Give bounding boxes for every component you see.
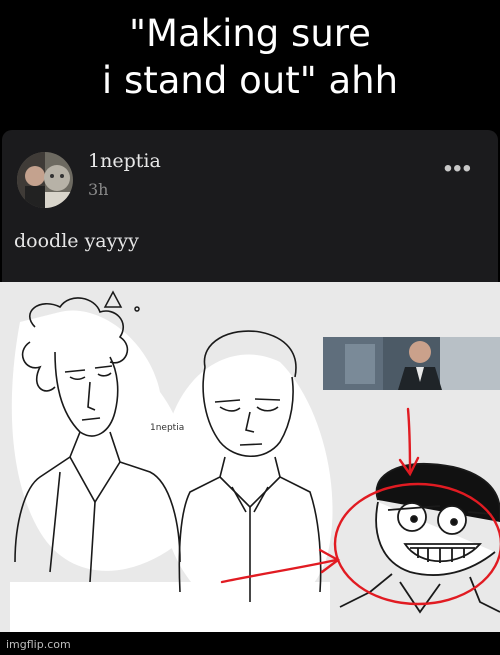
username[interactable]: 1neptia <box>88 150 161 172</box>
doodle-image: 1neptia <box>0 282 500 632</box>
avatar[interactable] <box>17 152 73 208</box>
meme-caption: "Making sure i stand out" ahh <box>0 0 500 128</box>
caption-line-2: i stand out" ahh <box>101 59 399 102</box>
post-text: doodle yayyy <box>14 230 139 252</box>
more-options-icon[interactable]: ••• <box>444 157 472 181</box>
post-time: 3h <box>88 180 109 199</box>
footer-bar <box>0 632 500 655</box>
watermark: imgflip.com <box>6 638 71 651</box>
artist-tag: 1neptia <box>150 423 184 433</box>
caption-line-1: "Making sure <box>129 12 371 55</box>
post-card: 1neptia 3h ••• doodle yayyy <box>2 130 498 285</box>
